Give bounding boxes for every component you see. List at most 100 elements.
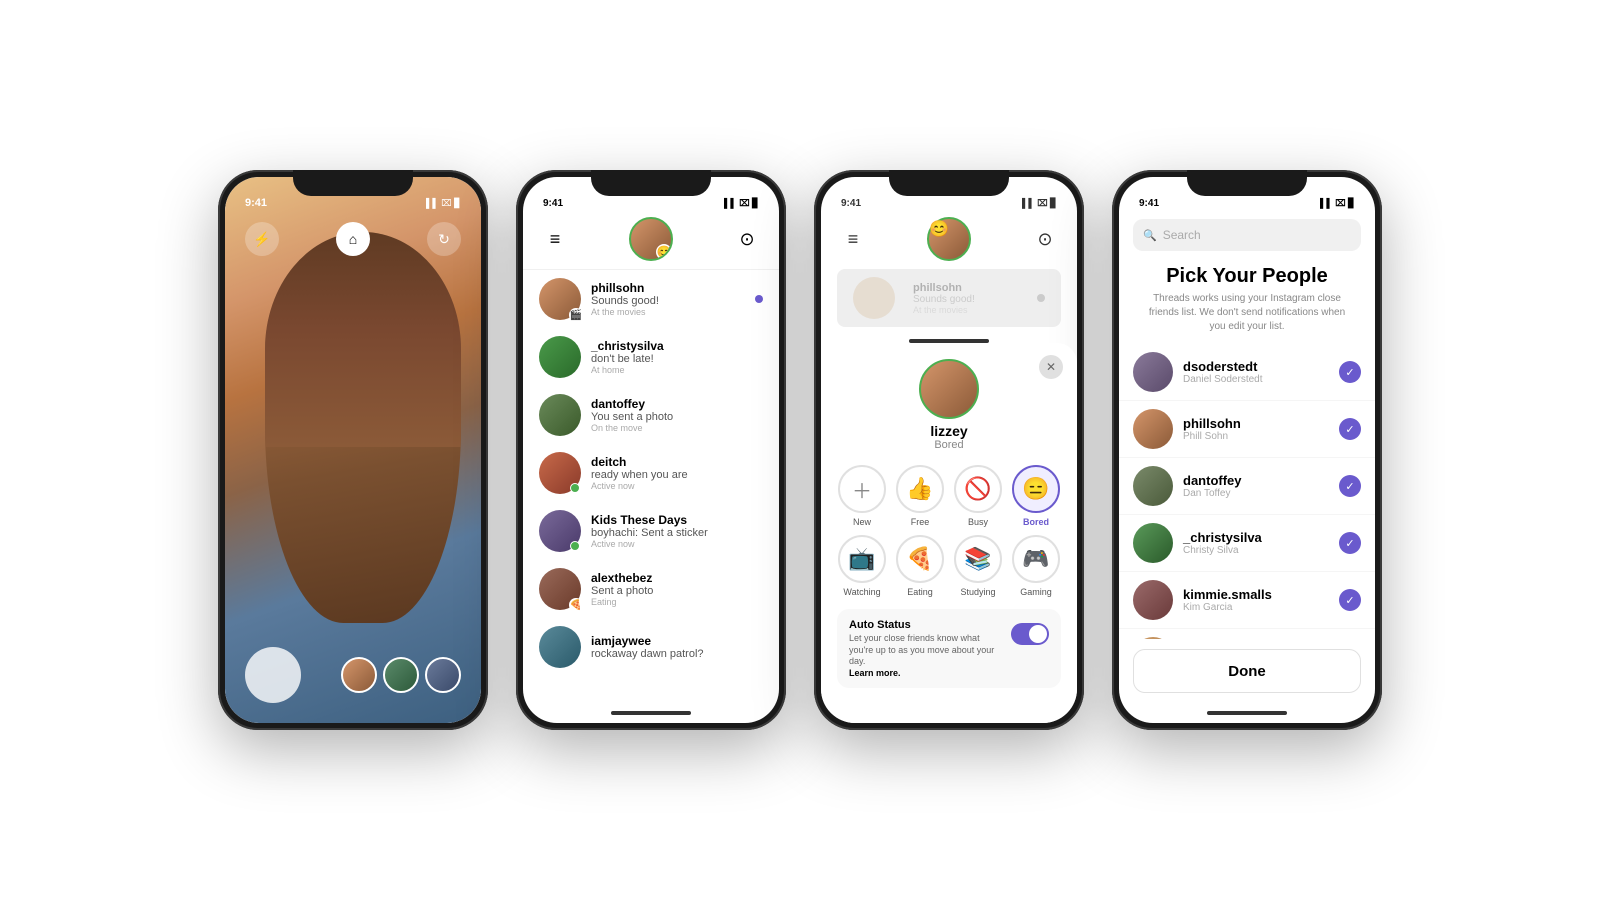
message-sub: At home xyxy=(591,365,763,375)
avatar-dantoffey xyxy=(1133,466,1173,506)
message-text: Sent a photo xyxy=(591,585,763,597)
auto-status-text: Auto Status Let your close friends know … xyxy=(849,619,1001,678)
check-icon[interactable]: ✓ xyxy=(1339,361,1361,383)
status-option-studying[interactable]: 📚 Studying xyxy=(953,535,1003,597)
contact-name: phillsohn xyxy=(591,281,745,295)
person-item-dantoffey[interactable]: dantoffey Dan Toffey ✓ xyxy=(1119,458,1375,515)
person-info: phillsohn Phill Sohn xyxy=(1183,416,1329,442)
check-icon[interactable]: ✓ xyxy=(1339,475,1361,497)
status-option-watching[interactable]: 📺 Watching xyxy=(837,535,887,597)
status-icon-watching[interactable]: 📺 xyxy=(838,535,886,583)
messages-header: ≡ 😊 ⊙ xyxy=(523,213,779,270)
status-option-bored[interactable]: 😑 Bored xyxy=(1011,465,1061,527)
menu-icon[interactable]: ≡ xyxy=(837,223,869,255)
status-icon-free[interactable]: 👍 xyxy=(896,465,944,513)
message-item-dantoffey[interactable]: dantoffey You sent a photo On the move xyxy=(523,386,779,444)
recent-avatar-1[interactable] xyxy=(341,657,377,693)
avatar-kids xyxy=(539,510,581,552)
header-avatar[interactable]: 😊 xyxy=(629,217,673,261)
person-handle: Dan Toffey xyxy=(1183,488,1329,499)
emoji-badge: 😊 xyxy=(929,219,969,239)
avatar-iamjay xyxy=(539,626,581,668)
status-header-avatar[interactable]: 😊 xyxy=(927,217,971,261)
shutter-button[interactable] xyxy=(245,647,301,703)
avatar-phillsohn xyxy=(1133,409,1173,449)
header-emoji-badge: 😊 xyxy=(656,244,672,260)
message-item-iamjay[interactable]: iamjaywee rockaway dawn patrol? xyxy=(523,618,779,676)
pick-description: Threads works using your Instagram close… xyxy=(1143,292,1351,334)
status-icons: ▌▌ ⌧ ▊ xyxy=(724,198,759,209)
contact-name: alexthebez xyxy=(591,571,763,585)
recent-avatars xyxy=(341,657,461,693)
pick-title: Pick Your People xyxy=(1119,265,1375,288)
status-option-new[interactable]: ＋ New xyxy=(837,465,887,527)
new-status-button[interactable]: ＋ xyxy=(838,465,886,513)
home-indicator xyxy=(611,711,691,715)
status-icon-bored[interactable]: 😑 xyxy=(1012,465,1060,513)
check-icon[interactable]: ✓ xyxy=(1339,418,1361,440)
status-icon-gaming[interactable]: 🎮 xyxy=(1012,535,1060,583)
message-content: deitch ready when you are Active now xyxy=(591,455,763,491)
status-option-busy[interactable]: 🚫 Busy xyxy=(953,465,1003,527)
status-option-free[interactable]: 👍 Free xyxy=(895,465,945,527)
contact-name: dantoffey xyxy=(591,397,763,411)
status-icons: ▌▌ ⌧ ▊ xyxy=(1320,198,1355,209)
avatar-kimmie xyxy=(1133,580,1173,620)
camera-button[interactable]: ⊙ xyxy=(731,223,763,255)
done-button[interactable]: Done xyxy=(1133,649,1361,693)
recent-avatar-3[interactable] xyxy=(425,657,461,693)
contact-name: Kids These Days xyxy=(591,513,763,527)
message-item-phillsohn[interactable]: 🎬 phillsohn Sounds good! At the movies xyxy=(523,270,779,328)
message-item-christy[interactable]: _christysilva don't be late! At home xyxy=(523,328,779,386)
status-option-gaming[interactable]: 🎮 Gaming xyxy=(1011,535,1061,597)
phone-messages: 9:41 ▌▌ ⌧ ▊ ≡ 😊 ⊙ 🎬 phillsohn xyxy=(516,170,786,730)
person-username: phillsohn xyxy=(1183,416,1329,431)
person-item-kimmie[interactable]: kimmie.smalls Kim Garcia ✓ xyxy=(1119,572,1375,629)
message-item-alex[interactable]: 🍕 alexthebez Sent a photo Eating xyxy=(523,560,779,618)
modal-close-button[interactable]: ✕ xyxy=(1039,355,1063,379)
unread-indicator xyxy=(755,295,763,303)
menu-icon[interactable]: ≡ xyxy=(539,223,571,255)
notch xyxy=(591,170,711,196)
avatar-dsoderstedt xyxy=(1133,352,1173,392)
status-icons: ▌▌ ⌧ ▊ xyxy=(1022,198,1057,209)
modal-status: Bored xyxy=(837,439,1061,451)
auto-status-toggle[interactable] xyxy=(1011,623,1049,645)
recent-avatar-2[interactable] xyxy=(383,657,419,693)
check-icon[interactable]: ✓ xyxy=(1339,532,1361,554)
search-bar[interactable]: 🔍 Search xyxy=(1133,219,1361,251)
message-item-kids[interactable]: Kids These Days boyhachi: Sent a sticker… xyxy=(523,502,779,560)
status-icon-studying[interactable]: 📚 xyxy=(954,535,1002,583)
person-handle: Kim Garcia xyxy=(1183,602,1329,613)
phones-container: 9:41 ▌▌ ⌧ ▊ ⚡ ⌂ ↻ xyxy=(218,170,1382,730)
status-label-watching: Watching xyxy=(843,587,880,597)
message-item-deitch[interactable]: deitch ready when you are Active now xyxy=(523,444,779,502)
search-placeholder: Search xyxy=(1163,228,1201,242)
refresh-icon[interactable]: ↻ xyxy=(427,222,461,256)
message-sub: Active now xyxy=(591,481,763,491)
status-option-eating[interactable]: 🍕 Eating xyxy=(895,535,945,597)
auto-status-learn[interactable]: Learn more. xyxy=(849,668,1001,678)
status-icon-eating[interactable]: 🍕 xyxy=(896,535,944,583)
person-handle: Christy Silva xyxy=(1183,545,1329,556)
camera-status-bar: 9:41 ▌▌ ⌧ ▊ xyxy=(225,177,481,213)
person-item-sgarri8[interactable]: sgarri8 Scott Garrison ✓ xyxy=(1119,629,1375,639)
person-item-phillsohn[interactable]: phillsohn Phill Sohn ✓ xyxy=(1119,401,1375,458)
check-icon[interactable]: ✓ xyxy=(1339,589,1361,611)
auto-status-title: Auto Status xyxy=(849,619,1001,631)
camera-button[interactable]: ⊙ xyxy=(1029,223,1061,255)
message-sub: On the move xyxy=(591,423,763,433)
status-icon-busy[interactable]: 🚫 xyxy=(954,465,1002,513)
status-options-grid: ＋ New 👍 Free 🚫 Busy 😑 Bored xyxy=(837,465,1061,597)
home-icon[interactable]: ⌂ xyxy=(336,222,370,256)
avatar-dantoffey xyxy=(539,394,581,436)
message-content: iamjaywee rockaway dawn patrol? xyxy=(591,634,763,660)
notch xyxy=(889,170,1009,196)
bolt-icon[interactable]: ⚡ xyxy=(245,222,279,256)
person-item-dsoderstedt[interactable]: dsoderstedt Daniel Soderstedt ✓ xyxy=(1119,344,1375,401)
camera-controls: ⚡ ⌂ ↻ xyxy=(225,222,481,256)
status-label-bored: Bored xyxy=(1023,517,1049,527)
person-username: _christysilva xyxy=(1183,530,1329,545)
bg-contact: phillsohn Sounds good! At the movies xyxy=(821,269,1077,331)
person-item-christy[interactable]: _christysilva Christy Silva ✓ xyxy=(1119,515,1375,572)
